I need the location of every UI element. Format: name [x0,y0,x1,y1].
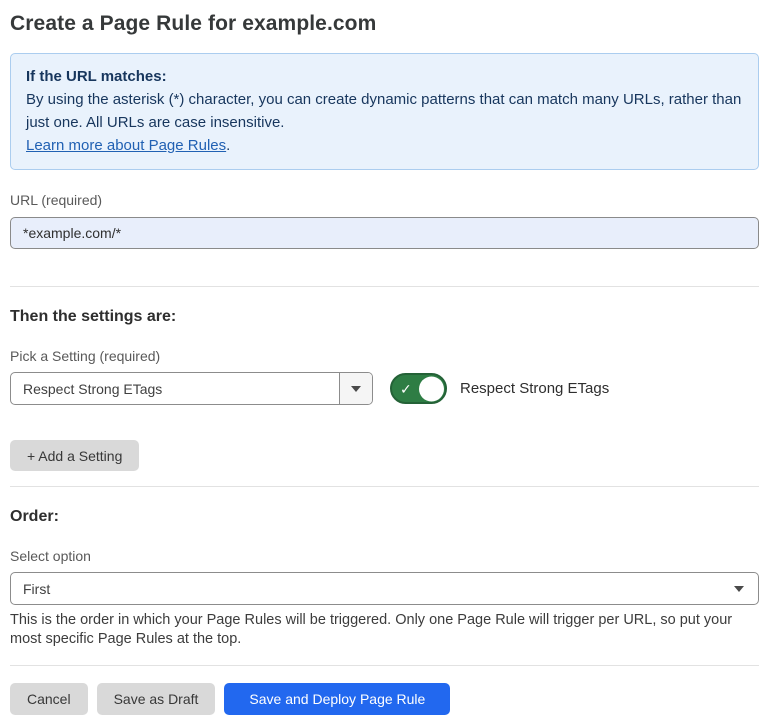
section-divider [10,486,759,487]
info-box-body: By using the asterisk (*) character, you… [26,88,743,134]
page-title: Create a Page Rule for example.com [10,10,759,53]
order-select-value: First [11,581,758,597]
order-select-label: Select option [10,548,759,564]
info-box-heading: If the URL matches: [26,65,743,88]
setting-row: Respect Strong ETags ✓ Respect Strong ET… [10,372,759,405]
add-setting-button[interactable]: + Add a Setting [10,440,139,471]
save-draft-button[interactable]: Save as Draft [97,683,216,715]
check-icon: ✓ [400,382,412,396]
order-help-text: This is the order in which your Page Rul… [10,611,755,649]
toggle-knob [419,376,444,401]
order-section-heading: Order: [10,508,759,526]
section-divider [10,286,759,287]
url-match-info-box: If the URL matches: By using the asteris… [10,53,759,170]
url-field-label: URL (required) [10,192,759,208]
footer-actions: Cancel Save as Draft Save and Deploy Pag… [10,683,759,715]
footer-divider [10,665,759,666]
save-deploy-button[interactable]: Save and Deploy Page Rule [224,683,450,715]
chevron-down-icon [351,386,361,392]
setting-select[interactable]: Respect Strong ETags [10,372,373,405]
link-suffix: . [226,137,230,154]
setting-select-arrow-button[interactable] [339,373,372,404]
settings-section-heading: Then the settings are: [10,308,759,326]
setting-toggle-label: Respect Strong ETags [460,380,609,397]
setting-select-value: Respect Strong ETags [11,381,339,397]
cancel-button[interactable]: Cancel [10,683,88,715]
setting-toggle[interactable]: ✓ [390,373,447,404]
chevron-down-icon [734,586,744,592]
learn-more-link[interactable]: Learn more about Page Rules [26,137,226,154]
pick-setting-label: Pick a Setting (required) [10,348,759,364]
page-rule-form: Create a Page Rule for example.com If th… [0,0,769,715]
url-input[interactable] [10,217,759,249]
order-select[interactable]: First [10,572,759,605]
info-box-link-line: Learn more about Page Rules. [26,134,743,157]
